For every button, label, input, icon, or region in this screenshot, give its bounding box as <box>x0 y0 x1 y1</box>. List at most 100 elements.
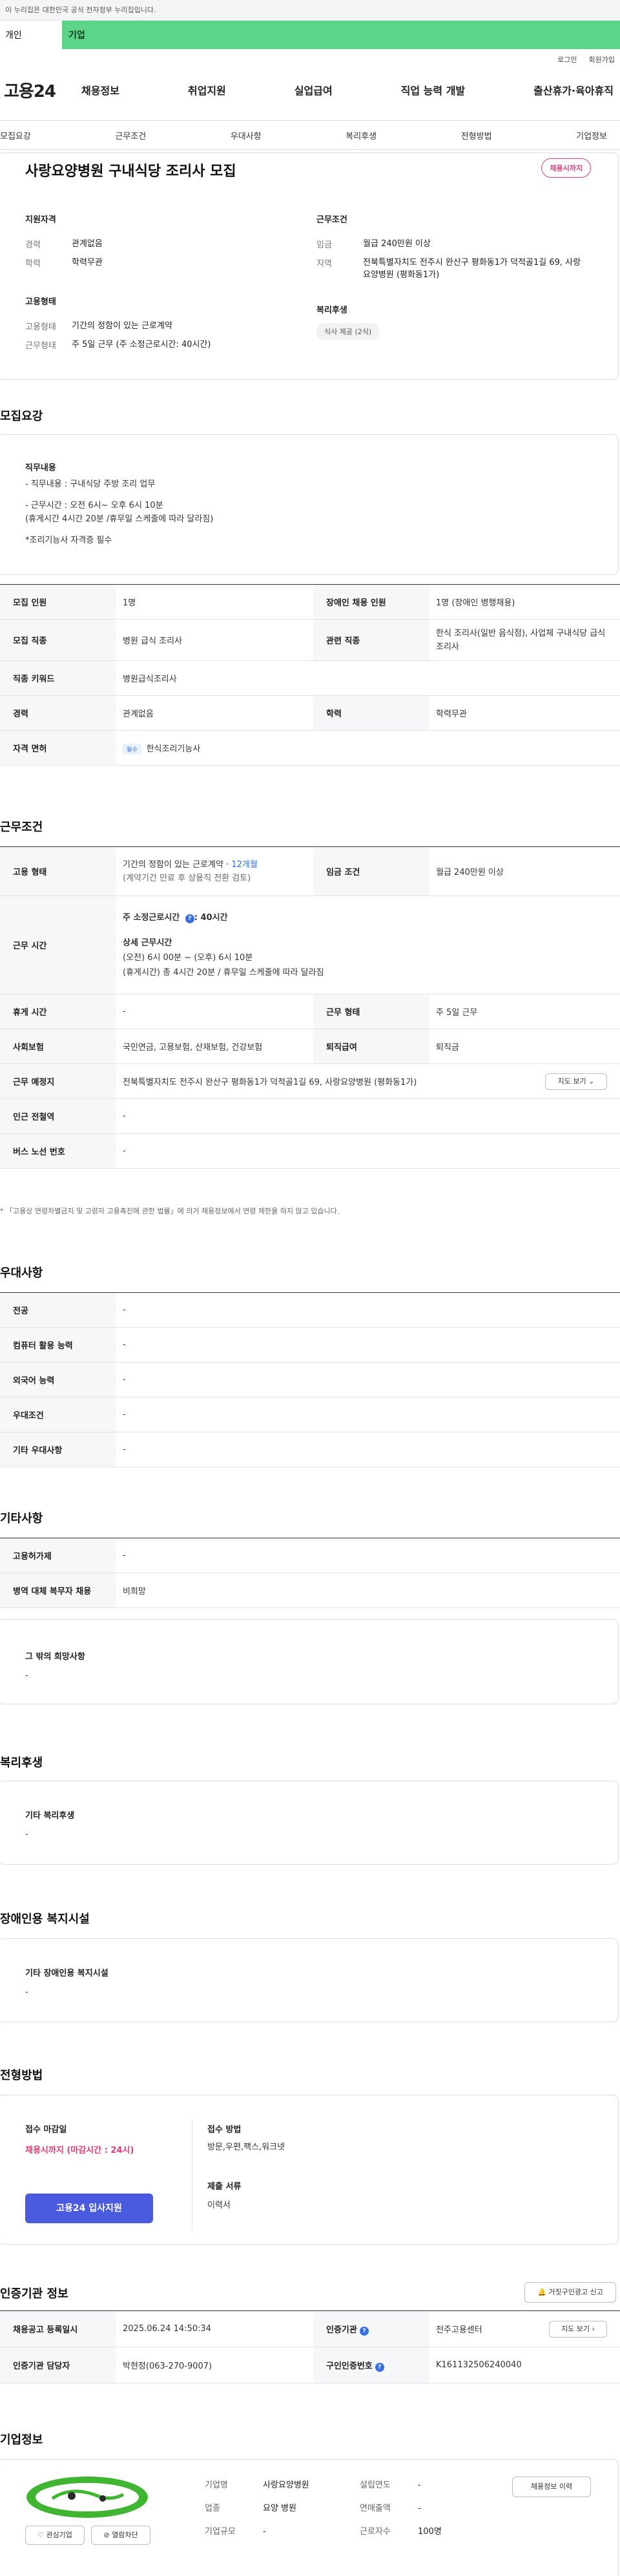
cell-header: 병역 대체 복무자 채용 <box>0 1573 116 1608</box>
agency-map-button[interactable]: 지도 보기 › <box>549 2321 607 2338</box>
other-wish-card: 그 밖의 희망사항 - <box>0 1619 619 1704</box>
table-row: 직종 키워드 병원급식조리사 <box>0 660 620 696</box>
company-card: ♡ 관심기업 ⊘ 열람차단 기업명 사랑요양병원 업종 요양 병원 기업규모 - 설립… <box>0 2459 619 2576</box>
employment-title: 고용형태 <box>25 297 56 307</box>
site-logo[interactable]: 고용24 <box>4 78 81 102</box>
anchor-conditions[interactable]: 근무조건 <box>115 129 154 141</box>
emptype-value: 기간의 정함이 있는 근로계약 <box>72 321 172 331</box>
welfare-box-title: 기타 복리후생 <box>25 1811 75 1821</box>
cell-value: 병원 급식 조리사 <box>116 619 313 661</box>
cell-header: 컴퓨터 활용 능력 <box>0 1327 116 1363</box>
deadline-title: 접수 마감일 <box>25 2125 67 2135</box>
sales-key: 연매출액 <box>360 2504 391 2513</box>
wage-value: 월급 240만원 이상 <box>363 239 431 249</box>
docs-title: 제출 서류 <box>207 2182 242 2192</box>
duty-spacer <box>25 526 213 534</box>
cell-value: 비희망 <box>116 1573 620 1608</box>
company-section-title: 기업정보 <box>0 2433 43 2447</box>
cell-header: 자격 면허 <box>0 730 116 766</box>
table-row: 우대조건 - <box>0 1397 620 1432</box>
qualification-title: 지원자격 <box>25 215 56 225</box>
signup-link[interactable]: 회원가입 <box>589 54 615 65</box>
cell-value: 전주고용센터 지도 보기 › <box>429 2310 620 2347</box>
info-icon[interactable]: ? <box>359 2326 369 2336</box>
work-table: 고용 형태 기간의 정함이 있는 근로계약 · 12개월 (계약기간 만료 후 … <box>0 846 620 1169</box>
table-row: 컴퓨터 활용 능력 - <box>0 1327 620 1363</box>
industry-value: 요양 병원 <box>263 2504 296 2513</box>
cell-value: 1명 <box>116 584 313 620</box>
cell-value: - <box>116 1362 620 1398</box>
section-anchor-nav: 모집요강 근무조건 우대사항 복리후생 전형방법 기업정보 <box>0 120 620 150</box>
cell-value: - <box>116 1098 620 1134</box>
duty-line: - 근무시간 : 오전 6시~ 오후 6시 10분 <box>25 501 163 510</box>
tab-personal[interactable]: 개인 <box>0 21 62 49</box>
etc-table: 고용허가제 - 병역 대체 복무자 채용 비희망 <box>0 1538 620 1608</box>
deadline-value: 채용시까지 (마감시간 : 24시) <box>25 2146 134 2155</box>
anchor-recruit[interactable]: 모집요강 <box>0 129 39 141</box>
welfare-card: 기타 복리후생 - <box>0 1781 619 1865</box>
name-key: 기업명 <box>205 2480 228 2490</box>
license-name: 한식조리기능사 <box>146 744 201 754</box>
table-row: 근무 시간 주 소정근로시간 ?: 40시간 상세 근무시간 (오전) 6시 0… <box>0 895 620 994</box>
name-value: 사랑요양병원 <box>263 2480 309 2490</box>
nav-unemployment-benefit[interactable]: 실업급여 <box>294 82 333 98</box>
age-law-note: * 「고용상 연령차별금지 및 고령자 고용촉진에 관한 법률」에 의거 채용정… <box>0 1207 340 1215</box>
cell-value: 병원급식조리사 <box>116 660 620 696</box>
anchor-welfare[interactable]: 복리후생 <box>346 129 384 141</box>
nav-employment-support[interactable]: 취업지원 <box>188 82 226 98</box>
favorite-company-button[interactable]: ♡ 관심기업 <box>25 2526 85 2545</box>
emp-line-2: (계약기간 만료 후 상용직 전환 검토) <box>123 873 251 883</box>
other-wish-value: - <box>25 1671 28 1681</box>
block-icon: ⊘ <box>103 2531 110 2539</box>
welfare-box-value: - <box>25 1830 28 1839</box>
block-label: 열람차단 <box>112 2531 138 2539</box>
anchor-process[interactable]: 전형방법 <box>461 129 500 141</box>
cell-value: 2025.06.24 14:50:34 <box>116 2310 313 2347</box>
required-chip: 필수 <box>123 743 141 755</box>
employees-value: 100명 <box>418 2527 442 2537</box>
deadline-badge: 채용시까지 <box>541 158 591 178</box>
cert-no-label: 구인인증번호 <box>326 2361 373 2371</box>
cell-value: 박현정(063-270-9007) <box>116 2347 313 2383</box>
job-history-button[interactable]: 채용정보 이력 <box>512 2477 591 2497</box>
size-key: 기업규모 <box>205 2527 236 2537</box>
map-toggle-button[interactable]: 지도 보기 ⌄ <box>545 1073 607 1090</box>
cell-header: 인근 전철역 <box>0 1098 116 1134</box>
info-icon[interactable]: ? <box>375 2362 384 2372</box>
tab-company[interactable]: 기업 <box>62 21 620 49</box>
hours-detail-1: (오전) 6시 00분 ~ (오후) 6시 10분 <box>123 952 253 963</box>
info-icon[interactable]: ? <box>185 914 194 923</box>
founded-value: - <box>418 2480 421 2490</box>
worktype-value: 주 5일 근무 (주 소정근로시간: 40시간) <box>72 340 211 350</box>
cell-header: 외국어 능력 <box>0 1362 116 1398</box>
career-value: 관계없음 <box>72 239 103 249</box>
emp-type-text: 기간의 정함이 있는 근로계약 · <box>123 859 232 870</box>
anchor-company[interactable]: 기업정보 <box>576 129 615 141</box>
login-link[interactable]: 로그인 <box>557 54 577 65</box>
company-logo-graphic <box>36 2483 139 2511</box>
anchor-preference[interactable]: 우대사항 <box>231 129 269 141</box>
block-view-button[interactable]: ⊘ 열람차단 <box>91 2526 150 2545</box>
emp-line-1: 기간의 정함이 있는 근로계약 · 12개월 <box>123 858 307 872</box>
hours-detail-title: 상세 근무시간 <box>123 937 172 948</box>
nav-vocational-training[interactable]: 직업 능력 개발 <box>401 82 465 98</box>
cell-header: 근무 예정지 <box>0 1063 116 1099</box>
job-summary-card: 사랑요양병원 구내식당 조리사 모집 채용시까지 지원자격 경력 관계없음 학력 학… <box>0 152 619 380</box>
worktype-key: 근무형태 <box>25 341 56 351</box>
cell-header: 우대조건 <box>0 1397 116 1432</box>
wage-key: 임금 <box>316 240 332 250</box>
report-fake-ad-button[interactable]: 🔔 거짓구인광고 신고 <box>524 2282 616 2303</box>
cell-value: - <box>116 1397 620 1432</box>
nav-jobs[interactable]: 채용정보 <box>81 82 119 98</box>
apply-button[interactable]: 고용24 입사지원 <box>25 2194 153 2223</box>
disability-box-value: - <box>25 1987 28 1997</box>
recruit-section-title: 모집요강 <box>0 410 43 423</box>
table-row: 버스 노선 번호 - <box>0 1133 620 1169</box>
nav-parental-leave[interactable]: 출산휴가·육아휴직 <box>533 82 614 98</box>
recruit-table: 모집 인원 1명 장애인 채용 인원 1명 (장애인 병행채용) 모집 직종 병… <box>0 584 620 766</box>
preference-section-title: 우대사항 <box>0 1266 43 1280</box>
table-row: 자격 면허 필수 한식조리기능사 <box>0 730 620 766</box>
cell-value: - <box>116 1133 620 1169</box>
agency-table: 채용공고 등록일시 2025.06.24 14:50:34 인증기관? 전주고용… <box>0 2310 620 2383</box>
emptype-key: 고용형태 <box>25 322 56 332</box>
